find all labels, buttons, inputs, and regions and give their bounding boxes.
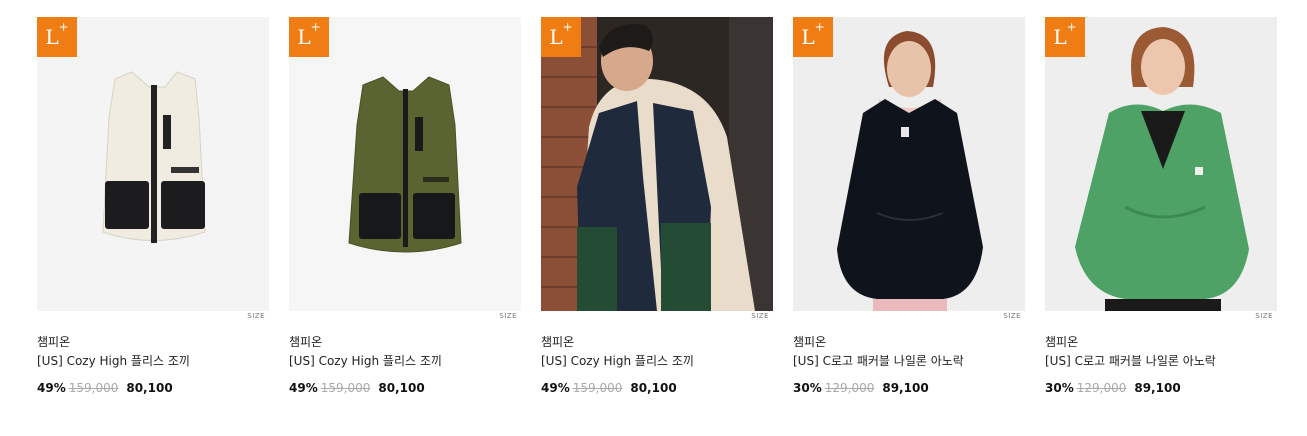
size-label[interactable]: SIZE <box>1255 312 1273 320</box>
lplus-badge-icon: L+ <box>1045 17 1085 57</box>
original-price: 129,000 <box>824 381 875 395</box>
brand-name[interactable]: 챔피온 <box>37 333 70 350</box>
size-label[interactable]: SIZE <box>751 312 769 320</box>
sale-price: 80,100 <box>630 381 677 395</box>
discount-rate: 49% <box>37 381 66 395</box>
product-name[interactable]: [US] Cozy High 플리스 조끼 <box>541 352 694 369</box>
price-row: 49% 159,000 80,100 <box>541 381 677 395</box>
product-card[interactable]: L+ SIZE 챔피온 [US] C로고 패커블 나일론 아노락 30% 129,… <box>1045 17 1277 395</box>
sale-price: 89,100 <box>882 381 929 395</box>
product-image[interactable]: L+ <box>793 17 1025 311</box>
sale-price: 80,100 <box>126 381 173 395</box>
product-name[interactable]: [US] Cozy High 플리스 조끼 <box>37 352 190 369</box>
size-label[interactable]: SIZE <box>1003 312 1021 320</box>
original-price: 159,000 <box>68 381 119 395</box>
lplus-badge-icon: L+ <box>37 17 77 57</box>
price-row: 49% 159,000 80,100 <box>37 381 173 395</box>
original-price: 159,000 <box>572 381 623 395</box>
discount-rate: 30% <box>1045 381 1074 395</box>
product-image[interactable]: L+ <box>37 17 269 311</box>
discount-rate: 49% <box>289 381 318 395</box>
brand-name[interactable]: 챔피온 <box>541 333 574 350</box>
product-name[interactable]: [US] C로고 패커블 나일론 아노락 <box>1045 352 1216 369</box>
product-card[interactable]: L+ SIZE 챔피온 [US] C로고 패커블 나일론 아노락 30% 129,… <box>793 17 1025 395</box>
product-card[interactable]: L+ SIZE 챔피온 [US] Cozy High 플리스 조끼 49% 159… <box>289 17 521 395</box>
product-name[interactable]: [US] Cozy High 플리스 조끼 <box>289 352 442 369</box>
product-card[interactable]: L+ SIZE 챔피온 [US] Cozy High 플리스 조끼 49% 159… <box>37 17 269 395</box>
price-row: 30% 129,000 89,100 <box>793 381 929 395</box>
discount-rate: 30% <box>793 381 822 395</box>
product-image[interactable]: L+ <box>1045 17 1277 311</box>
product-image[interactable]: L+ <box>289 17 521 311</box>
sale-price: 80,100 <box>378 381 425 395</box>
discount-rate: 49% <box>541 381 570 395</box>
brand-name[interactable]: 챔피온 <box>289 333 322 350</box>
price-row: 30% 129,000 89,100 <box>1045 381 1181 395</box>
sale-price: 89,100 <box>1134 381 1181 395</box>
brand-name[interactable]: 챔피온 <box>793 333 826 350</box>
product-image[interactable]: L+ <box>541 17 773 311</box>
price-row: 49% 159,000 80,100 <box>289 381 425 395</box>
original-price: 129,000 <box>1076 381 1127 395</box>
lplus-badge-icon: L+ <box>541 17 581 57</box>
size-label[interactable]: SIZE <box>499 312 517 320</box>
product-name[interactable]: [US] C로고 패커블 나일론 아노락 <box>793 352 964 369</box>
product-card[interactable]: L+ SIZE 챔피온 [US] Cozy High 플리스 조끼 49% 159… <box>541 17 773 395</box>
lplus-badge-icon: L+ <box>289 17 329 57</box>
size-label[interactable]: SIZE <box>247 312 265 320</box>
original-price: 159,000 <box>320 381 371 395</box>
product-grid: L+ SIZE 챔피온 [US] Cozy High 플리스 조끼 49% 159… <box>0 0 1307 436</box>
lplus-badge-icon: L+ <box>793 17 833 57</box>
brand-name[interactable]: 챔피온 <box>1045 333 1078 350</box>
